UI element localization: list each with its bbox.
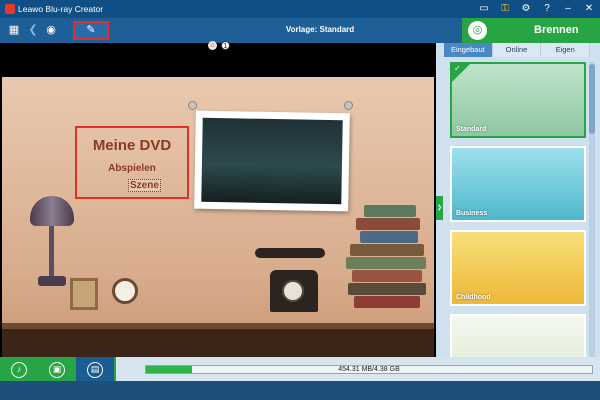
telephone-handset <box>255 248 325 258</box>
gear-icon[interactable]: ⚙ <box>519 2 533 16</box>
lamp-base <box>38 276 66 286</box>
tab-eingebaut[interactable]: Eingebaut <box>444 43 493 57</box>
chat-icon[interactable]: ▭ <box>477 2 491 16</box>
template-scrollbar[interactable] <box>589 62 595 357</box>
music-note-icon: ♪ <box>11 362 27 378</box>
menu-text-box[interactable]: Meine DVD Abspielen Szene <box>75 126 189 199</box>
scrollbar-thumb[interactable] <box>589 64 595 134</box>
burn-label: Brennen <box>534 24 579 36</box>
status-bar <box>0 381 600 400</box>
menu-title[interactable]: Meine DVD <box>77 137 187 154</box>
template-card-childhood[interactable]: Childhood <box>450 230 586 306</box>
edit-pencil-button[interactable]: ✎ <box>73 21 109 40</box>
video-photo-frame[interactable] <box>194 110 350 212</box>
template-list: ✓ Standard Business Childhood <box>450 62 586 357</box>
home-page-icon[interactable]: ⌂ <box>208 41 217 50</box>
image-button[interactable]: ▣ <box>38 357 76 381</box>
template-tabs: Eingebaut Online Eigen <box>444 43 591 57</box>
template-name: Vorlage: Standard <box>285 25 355 34</box>
page-indicator: ⌂ 1 <box>208 41 230 50</box>
burn-disc-icon: ◎ <box>468 21 487 40</box>
shelf-floor <box>2 329 434 357</box>
grid-view-icon[interactable]: ▦ <box>6 21 22 40</box>
shelf <box>2 323 434 329</box>
checkmark-icon: ✓ <box>454 64 461 73</box>
preview-eye-icon[interactable]: ◉ <box>40 21 62 40</box>
app-logo-icon <box>5 4 15 14</box>
template-card-nature[interactable] <box>450 314 586 357</box>
book-stack-decoration <box>346 205 432 310</box>
burn-button[interactable]: ◎ Brennen <box>462 18 600 43</box>
play-menu-item[interactable]: Abspielen <box>77 163 187 174</box>
template-card-business[interactable]: Business <box>450 146 586 222</box>
telephone-dial <box>282 280 304 302</box>
tab-online[interactable]: Online <box>492 43 542 57</box>
clock-decoration <box>112 278 138 304</box>
video-thumbnail <box>201 117 343 205</box>
bottom-tool-icons: ♪ ▣ ▤ <box>0 357 116 381</box>
template-label: Business <box>456 210 488 217</box>
lamp-stem <box>49 226 54 276</box>
disc-space-text: 454.31 MB/4.38 GB <box>338 366 400 373</box>
close-icon[interactable]: ✕ <box>582 2 596 16</box>
pin-icon <box>188 101 197 110</box>
minimize-icon[interactable]: – <box>561 2 575 16</box>
template-label: Standard <box>456 126 487 133</box>
title-bar: Leawo Blu-ray Creator ▭ ⚿ ⚙ ? – ✕ <box>0 0 600 18</box>
titlebar-controls: ▭ ⚿ ⚙ ? – ✕ <box>477 2 596 16</box>
window-title: Leawo Blu-ray Creator <box>18 4 104 14</box>
save-disk-icon: ▤ <box>87 362 103 378</box>
template-label: Childhood <box>456 294 491 301</box>
scene-menu-item[interactable]: Szene <box>128 179 161 192</box>
save-button[interactable]: ▤ <box>76 357 114 381</box>
picture-frame-decoration <box>70 278 98 310</box>
tab-eigen[interactable]: Eigen <box>541 43 591 57</box>
music-button[interactable]: ♪ <box>0 357 38 381</box>
page-number[interactable]: 1 <box>221 41 230 50</box>
key-icon[interactable]: ⚿ <box>498 2 512 16</box>
toolbar-divider: ❮ <box>28 24 38 36</box>
image-icon: ▣ <box>49 362 65 378</box>
template-card-standard[interactable]: ✓ Standard <box>450 62 586 138</box>
collapse-panel-handle[interactable]: ❯ <box>436 196 443 220</box>
pin-icon <box>344 101 353 110</box>
help-icon[interactable]: ? <box>540 2 554 16</box>
